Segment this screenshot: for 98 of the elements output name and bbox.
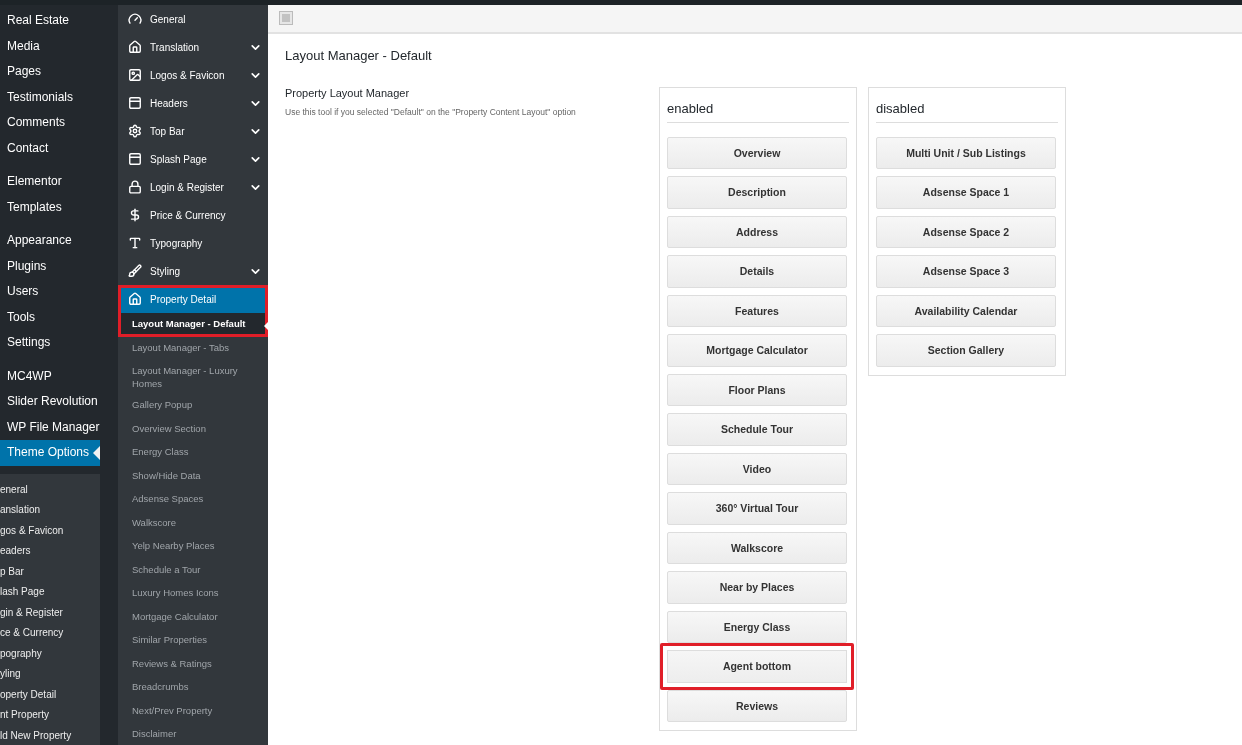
column-title: disabled bbox=[876, 95, 1058, 123]
menu-item[interactable]: Splash Page bbox=[118, 145, 268, 173]
layout-block[interactable]: Features bbox=[667, 294, 847, 327]
submenu-item[interactable]: Luxury Homes Icons bbox=[118, 582, 268, 606]
submenu-item[interactable]: eaders bbox=[0, 541, 100, 562]
submenu-item[interactable]: operty Detail bbox=[0, 684, 100, 705]
submenu-item[interactable]: Adsense Spaces bbox=[118, 488, 268, 512]
layout-block[interactable]: Schedule Tour bbox=[667, 413, 847, 446]
submenu-item[interactable]: pography bbox=[0, 643, 100, 664]
menu-item[interactable]: WP File Manager bbox=[0, 414, 100, 440]
dollar-icon bbox=[128, 208, 142, 222]
menu-item[interactable]: Plugins bbox=[0, 253, 100, 279]
layout-block[interactable]: Energy Class bbox=[667, 610, 847, 643]
window-icon bbox=[128, 96, 142, 110]
gear-icon bbox=[128, 124, 142, 138]
layout-block[interactable]: Overview bbox=[667, 136, 847, 169]
layout-block[interactable]: Adsense Space 2 bbox=[876, 215, 1056, 248]
layout-block[interactable]: Reviews bbox=[667, 689, 847, 722]
field-label: Property Layout Manager bbox=[285, 86, 411, 99]
menu-item[interactable]: Theme Options bbox=[0, 440, 100, 466]
layout-block[interactable]: Address bbox=[667, 215, 847, 248]
submenu-item[interactable]: ld New Property bbox=[0, 725, 100, 745]
layout-block[interactable]: Walkscore bbox=[667, 531, 847, 564]
menu-item[interactable]: Headers bbox=[118, 89, 268, 117]
submenu-item[interactable]: Show/Hide Data bbox=[118, 464, 268, 488]
menu-item[interactable]: Settings bbox=[0, 330, 100, 356]
layout-block[interactable]: Details bbox=[667, 255, 847, 288]
layout-block[interactable]: Adsense Space 1 bbox=[876, 176, 1056, 209]
layout-block[interactable]: Near by Places bbox=[667, 571, 847, 604]
menu-item[interactable]: Contact bbox=[0, 135, 100, 161]
menu-item[interactable]: MC4WP bbox=[0, 363, 100, 389]
menu-item[interactable]: Testimonials bbox=[0, 84, 100, 110]
submenu-item[interactable]: Layout Manager - Luxury Homes bbox=[118, 360, 268, 394]
submenu-item[interactable]: Gallery Popup bbox=[118, 394, 268, 418]
submenu-item[interactable]: Next/Prev Property bbox=[118, 699, 268, 723]
submenu-item[interactable]: yling bbox=[0, 664, 100, 685]
layout-block[interactable]: Agent bottom bbox=[660, 643, 854, 690]
layout-block[interactable]: Mortgage Calculator bbox=[667, 334, 847, 367]
gauge-icon bbox=[128, 12, 142, 26]
submenu-item[interactable]: Schedule a Tour bbox=[118, 558, 268, 582]
submenu-item[interactable]: Reviews & Ratings bbox=[118, 652, 268, 676]
home-icon bbox=[128, 292, 142, 306]
column-title: enabled bbox=[667, 95, 849, 123]
layout-block[interactable]: Section Gallery bbox=[876, 334, 1056, 367]
layout-block[interactable]: Floor Plans bbox=[667, 373, 847, 406]
menu-item[interactable]: Typography bbox=[118, 229, 268, 257]
submenu-item[interactable]: Energy Class bbox=[118, 441, 268, 465]
submenu-item[interactable]: Overview Section bbox=[118, 417, 268, 441]
letter-icon bbox=[128, 236, 142, 250]
menu-item[interactable]: Styling bbox=[118, 257, 268, 285]
menu-item[interactable]: Appearance bbox=[0, 228, 100, 254]
submenu-item[interactable]: ce & Currency bbox=[0, 623, 100, 644]
submenu-item[interactable]: gos & Favicon bbox=[0, 520, 100, 541]
brush-icon bbox=[128, 264, 142, 278]
menu-item[interactable]: Top Bar bbox=[118, 117, 268, 145]
layout-block[interactable]: Adsense Space 3 bbox=[876, 255, 1056, 288]
page-title: Layout Manager - Default bbox=[285, 47, 433, 63]
submenu-item[interactable]: Disclaimer bbox=[118, 723, 268, 745]
submenu-item[interactable]: Layout Manager - Default bbox=[118, 313, 268, 337]
home-icon bbox=[128, 40, 142, 54]
menu-item[interactable]: Real Estate bbox=[0, 8, 100, 34]
menu-item[interactable]: Translation bbox=[118, 33, 268, 61]
submenu-item[interactable]: Mortgage Calculator bbox=[118, 605, 268, 629]
lock-icon bbox=[128, 180, 142, 194]
layout-block[interactable]: Multi Unit / Sub Listings bbox=[876, 136, 1056, 169]
field-description: Use this tool if you selected "Default" on the "Property Content Layout" option bbox=[285, 106, 577, 117]
submenu-item[interactable]: Walkscore bbox=[118, 511, 268, 535]
submenu-item[interactable]: Similar Properties bbox=[118, 629, 268, 653]
submenu-item[interactable]: Yelp Nearby Places bbox=[118, 535, 268, 559]
menu-item[interactable]: Pages bbox=[0, 59, 100, 85]
submenu-item[interactable]: Breadcrumbs bbox=[118, 676, 268, 700]
menu-item[interactable]: Logos & Favicon bbox=[118, 61, 268, 89]
submenu-item[interactable]: p Bar bbox=[0, 561, 100, 582]
window-icon bbox=[128, 152, 142, 166]
layout-block[interactable]: 360° Virtual Tour bbox=[667, 492, 847, 525]
menu-item[interactable]: General bbox=[118, 5, 268, 33]
menu-item[interactable]: Templates bbox=[0, 194, 100, 220]
menu-item[interactable]: Tools bbox=[0, 304, 100, 330]
submenu-item[interactable]: anslation bbox=[0, 500, 100, 521]
menu-item[interactable]: Comments bbox=[0, 110, 100, 136]
submenu-item[interactable]: gin & Register bbox=[0, 602, 100, 623]
menu-item[interactable]: Slider Revolution bbox=[0, 389, 100, 415]
submenu-item[interactable]: lash Page bbox=[0, 582, 100, 603]
menu-item[interactable]: Users bbox=[0, 279, 100, 305]
menu-item[interactable]: Media bbox=[0, 33, 100, 59]
menu-item[interactable]: Price & Currency bbox=[118, 201, 268, 229]
layout-block[interactable]: Availability Calendar bbox=[876, 294, 1056, 327]
toggle-button[interactable] bbox=[279, 11, 293, 26]
submenu-item[interactable]: Layout Manager - Tabs bbox=[118, 336, 268, 360]
pointer-icon bbox=[93, 446, 100, 460]
submenu-item[interactable]: eneral bbox=[0, 479, 100, 500]
submenu-item[interactable]: nt Property bbox=[0, 705, 100, 726]
image-icon bbox=[128, 68, 142, 82]
menu-item[interactable]: Property Detail bbox=[118, 285, 268, 313]
menu-item[interactable]: Login & Register bbox=[118, 173, 268, 201]
layout-block[interactable]: Description bbox=[667, 176, 847, 209]
menu-item[interactable]: Elementor bbox=[0, 169, 100, 195]
layout-block[interactable]: Video bbox=[667, 452, 847, 485]
